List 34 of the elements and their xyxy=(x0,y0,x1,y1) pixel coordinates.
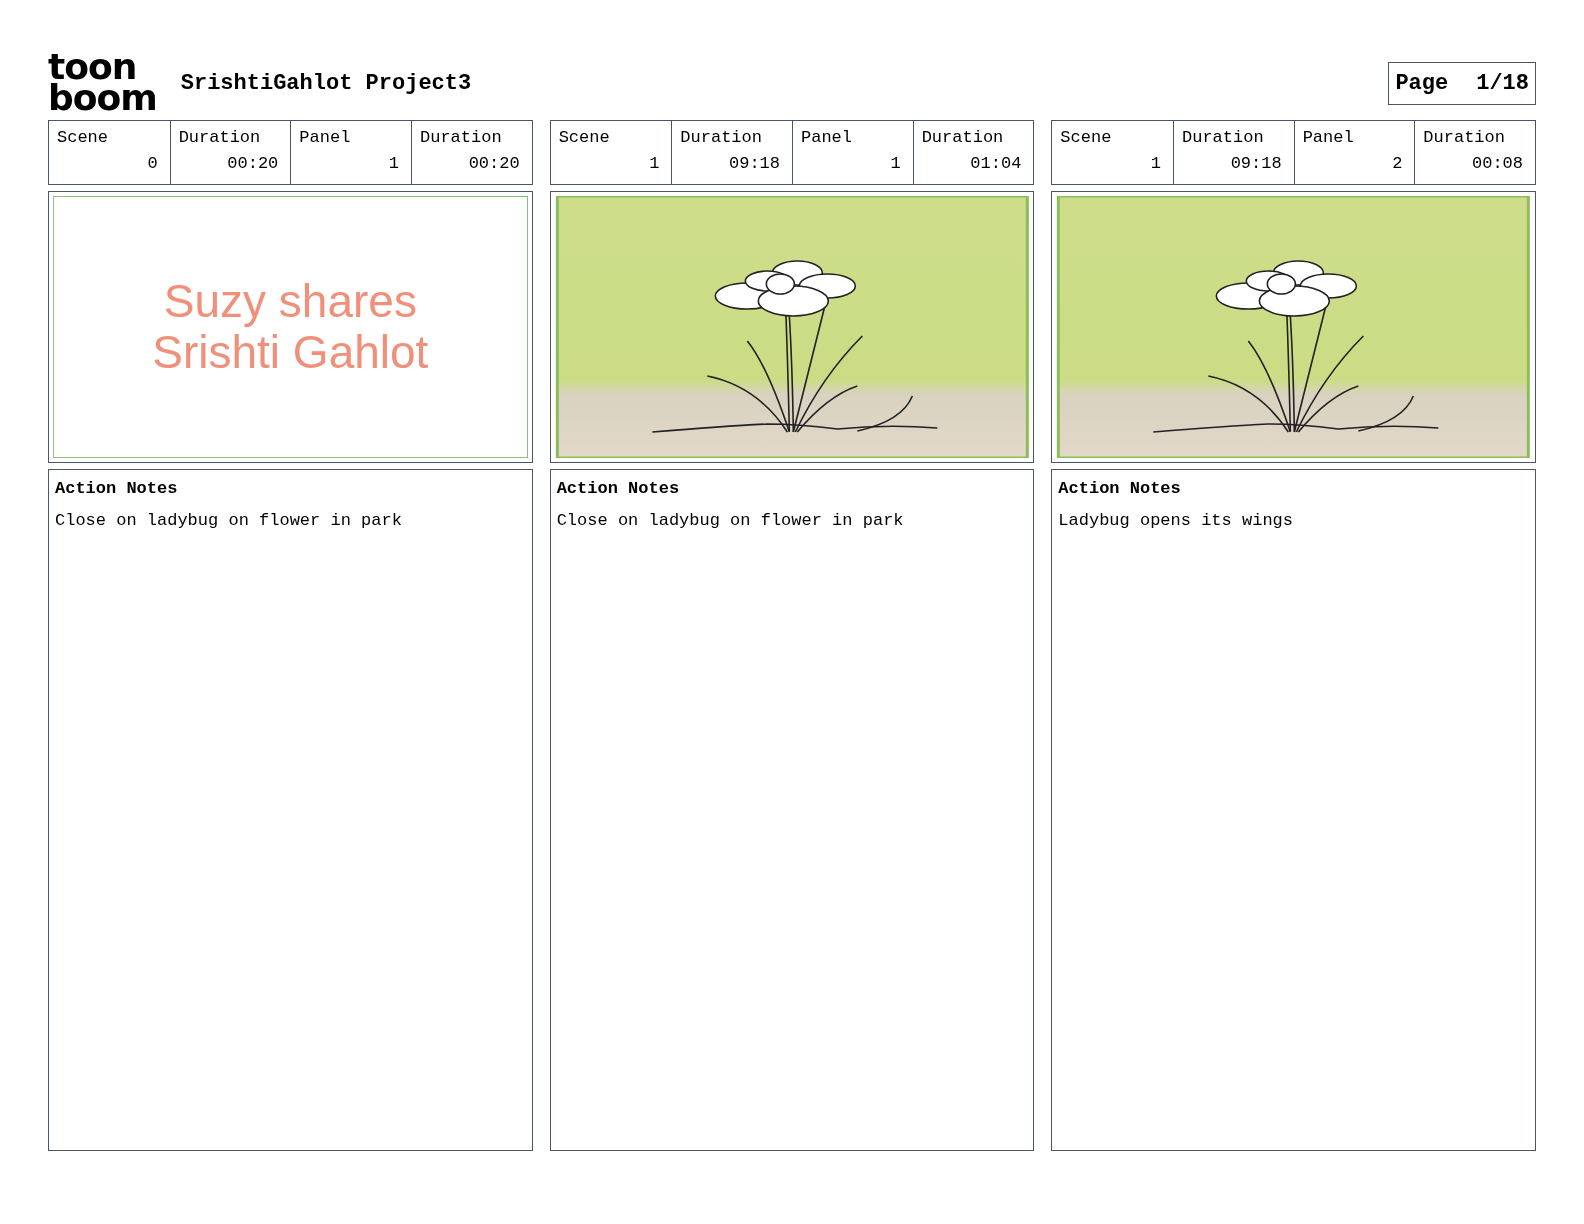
field-label: Scene xyxy=(1060,127,1112,149)
field-label: Panel xyxy=(1302,127,1354,149)
field-value: 00:08 xyxy=(1472,152,1523,175)
field-value: 0 xyxy=(147,152,158,175)
field-label: Duration xyxy=(921,127,1004,149)
field-label: Scene xyxy=(57,127,108,149)
field-label: Duration xyxy=(1423,127,1505,149)
project-title: SrishtiGahlot Project3 xyxy=(180,69,472,98)
field-value: 09:18 xyxy=(1230,152,1282,175)
field-value: 1 xyxy=(1150,152,1161,175)
toon-boom-logo: toon boom xyxy=(48,52,157,114)
field-value: 1 xyxy=(649,152,660,175)
notes-text: Close on ladybug on flower in park xyxy=(55,509,403,532)
notes-heading: Action Notes xyxy=(55,478,179,500)
field-value: 2 xyxy=(1392,152,1403,175)
field-label: Duration xyxy=(420,127,502,149)
title-card: Suzy shares Srishti Gahlot xyxy=(53,196,528,458)
field-value: 1 xyxy=(890,152,901,175)
field-label: Duration xyxy=(178,127,261,149)
field-label: Panel xyxy=(801,127,852,149)
notes-text: Ladybug opens its wings xyxy=(1058,509,1294,532)
field-label: Duration xyxy=(1182,127,1264,149)
field-label: Duration xyxy=(680,127,762,149)
field-value: 00:20 xyxy=(227,152,279,175)
notes-heading: Action Notes xyxy=(556,478,681,500)
notes-text: Close on ladybug on flower in park xyxy=(556,509,905,532)
field-value: 01:04 xyxy=(970,152,1022,175)
field-value: 1 xyxy=(388,152,399,175)
field-value: 09:18 xyxy=(729,152,780,175)
field-label: Panel xyxy=(299,127,351,149)
notes-heading: Action Notes xyxy=(1058,478,1182,500)
field-label: Scene xyxy=(558,127,610,149)
page-counter: Page 1/18 xyxy=(1388,61,1536,105)
field-value: 00:20 xyxy=(468,152,520,175)
